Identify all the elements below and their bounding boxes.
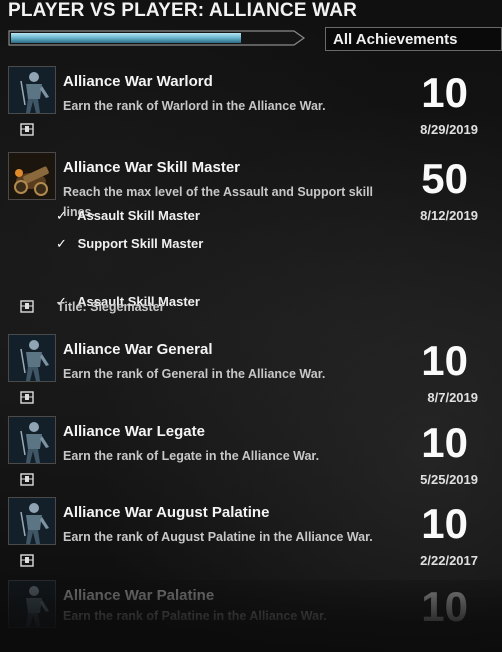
achievement-description: Earn the rank of General in the Alliance… bbox=[63, 367, 326, 381]
checkmark-icon: ✓ bbox=[56, 208, 67, 223]
armored-soldier-icon bbox=[8, 497, 56, 545]
achievement-name: Alliance War Legate bbox=[63, 423, 205, 440]
achievement-name: Alliance War Palatine bbox=[63, 587, 215, 604]
achievement-name: Alliance War Skill Master bbox=[63, 159, 241, 176]
siege-weapon-icon bbox=[8, 152, 56, 200]
reward-label: Title: Siegemaster bbox=[57, 300, 165, 314]
achievement-row[interactable]: Alliance War Warlord Earn the rank of Wa… bbox=[0, 66, 502, 146]
progress-fill bbox=[11, 33, 241, 43]
armored-soldier-icon bbox=[8, 66, 56, 114]
achievement-row[interactable]: Alliance War Legate Earn the rank of Leg… bbox=[0, 416, 502, 496]
achievement-description: Earn the rank of August Palatine in the … bbox=[63, 530, 373, 544]
achievement-points: 10 bbox=[421, 419, 468, 466]
achievement-points: 10 bbox=[421, 69, 468, 116]
armored-soldier-icon bbox=[8, 580, 56, 628]
criteria-item: ✓ Assault Skill Master bbox=[56, 208, 200, 224]
criteria-item: ✓ Support Skill Master bbox=[56, 236, 203, 252]
achievement-name: Alliance War General bbox=[63, 341, 213, 358]
achievement-name: Alliance War August Palatine bbox=[63, 504, 270, 521]
criteria-label: Assault Skill Master bbox=[77, 208, 200, 223]
category-progress-bar bbox=[8, 30, 306, 46]
achievement-date: 2/22/2017 bbox=[420, 553, 478, 568]
filter-selected-label: All Achievements bbox=[333, 31, 458, 48]
reward-chest-icon bbox=[20, 391, 34, 404]
achievement-date: 8/12/2019 bbox=[420, 208, 478, 223]
armored-soldier-icon bbox=[8, 416, 56, 464]
achievement-points: 10 bbox=[421, 500, 468, 547]
achievement-description: Earn the rank of Legate in the Alliance … bbox=[63, 449, 320, 463]
achievement-filter-dropdown[interactable]: All Achievements bbox=[325, 27, 502, 51]
reward-chest-icon bbox=[20, 473, 34, 486]
achievement-date: 5/25/2019 bbox=[420, 472, 478, 487]
achievement-row[interactable]: Alliance War Palatine Earn the rank of P… bbox=[0, 580, 502, 652]
achievement-date: 8/29/2019 bbox=[420, 122, 478, 137]
achievement-points: 50 bbox=[421, 155, 468, 202]
achievement-points: 10 bbox=[421, 583, 468, 630]
reward-chest-icon bbox=[20, 554, 34, 567]
reward-chest-icon bbox=[20, 123, 34, 136]
armored-soldier-icon bbox=[8, 334, 56, 382]
achievement-points: 10 bbox=[421, 337, 468, 384]
achievement-name: Alliance War Warlord bbox=[63, 73, 213, 90]
achievement-description: Earn the rank of Warlord in the Alliance… bbox=[63, 99, 326, 113]
reward-chest-icon bbox=[20, 300, 34, 313]
checkmark-icon: ✓ bbox=[56, 236, 67, 251]
achievement-row[interactable]: Alliance War August Palatine Earn the ra… bbox=[0, 497, 502, 577]
achievement-description: Earn the rank of Palatine in the Allianc… bbox=[63, 609, 327, 623]
criteria-label: Support Skill Master bbox=[77, 236, 204, 251]
header: PLAYER VS PLAYER: ALLIANCE WAR All Achie… bbox=[0, 0, 502, 54]
achievement-row[interactable]: Alliance War General Earn the rank of Ge… bbox=[0, 334, 502, 414]
page-title: PLAYER VS PLAYER: ALLIANCE WAR bbox=[8, 0, 358, 21]
achievement-date: 8/7/2019 bbox=[427, 390, 478, 405]
